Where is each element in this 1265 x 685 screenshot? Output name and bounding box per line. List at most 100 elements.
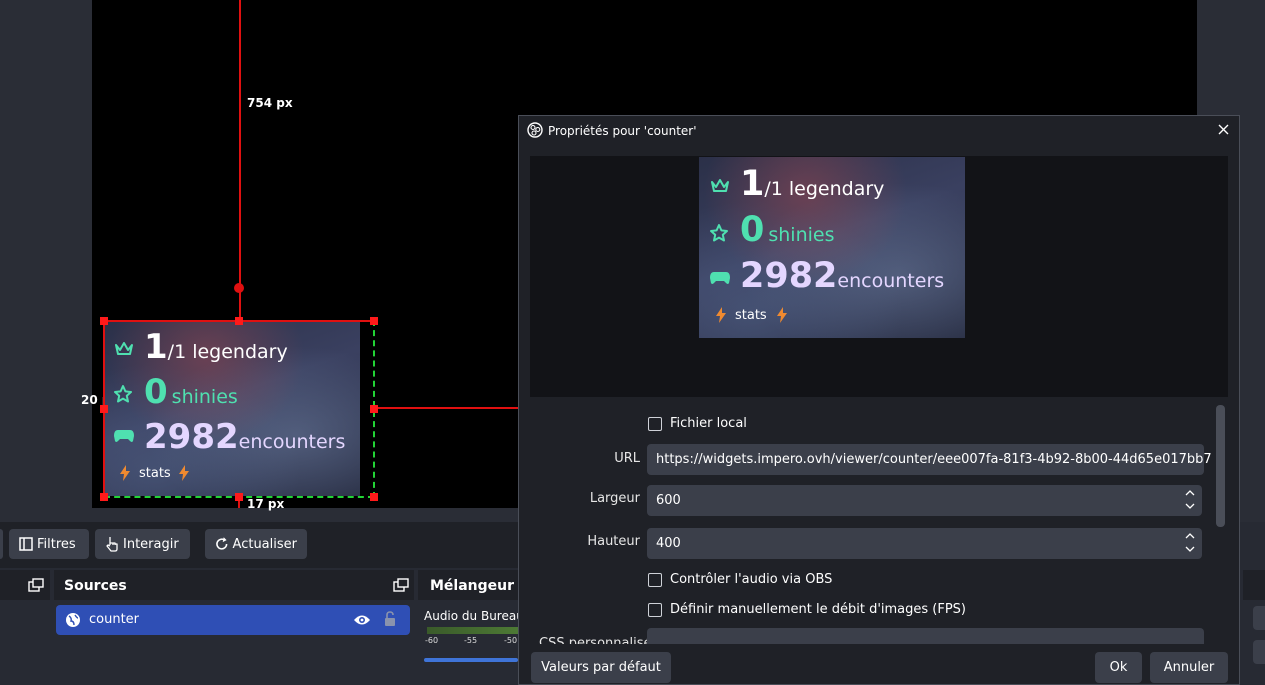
resize-handle[interactable] — [235, 493, 243, 501]
encounters-count: 2982 — [740, 256, 838, 296]
resize-handle[interactable] — [370, 317, 378, 325]
star-icon — [114, 385, 132, 403]
encounters-row: 2982 encounters — [144, 417, 345, 457]
toolbar-left-stub[interactable] — [0, 529, 3, 559]
defaults-button[interactable]: Valeurs par défaut — [531, 652, 671, 683]
refresh-label: Actualiser — [232, 536, 297, 552]
height-spinbox[interactable]: 400 — [647, 528, 1202, 559]
audio-obs-checkbox[interactable] — [648, 573, 662, 587]
obs-logo-icon — [527, 122, 543, 138]
width-spinbox[interactable]: 600 — [647, 485, 1202, 516]
spin-up-icon[interactable] — [1185, 489, 1195, 496]
audio-meter — [427, 627, 518, 634]
lock-icon[interactable] — [383, 611, 397, 627]
encounters-label: encounters — [238, 431, 346, 453]
audio-obs-label: Contrôler l'audio via OBS — [670, 572, 833, 587]
legendary-row: 1 /1 legendary — [740, 164, 884, 204]
dialog-scrollbar[interactable] — [1216, 405, 1225, 527]
shinies-count: 0 — [740, 210, 765, 250]
shinies-label: shinies — [171, 386, 238, 408]
url-value: https://widgets.impero.ovh/viewer/counte… — [656, 452, 1212, 467]
resize-handle[interactable] — [100, 405, 108, 413]
meter-tick: -60 — [425, 636, 439, 645]
counter-source-widget[interactable]: 1 /1 legendary 0 shinies 2982 encounters… — [104, 321, 360, 496]
encounters-count: 2982 — [144, 417, 239, 457]
close-icon[interactable] — [1218, 124, 1229, 135]
right-dock-control[interactable] — [1253, 640, 1265, 664]
bottom-guide-label: 17 px — [247, 497, 285, 511]
refresh-button[interactable]: Actualiser — [205, 529, 307, 559]
css-label: CSS personnalisé — [539, 636, 652, 644]
meter-tick: -55 — [464, 636, 478, 645]
resize-handle[interactable] — [100, 493, 108, 501]
dialog-title: Propriétés pour 'counter' — [548, 124, 697, 138]
spin-down-icon[interactable] — [1185, 546, 1195, 553]
defaults-label: Valeurs par défaut — [541, 660, 661, 675]
top-guide-label: 754 px — [247, 96, 293, 110]
legendary-row: 1 /1 legendary — [144, 327, 288, 367]
ok-button[interactable]: Ok — [1095, 652, 1142, 683]
meter-tick: -50 — [504, 636, 518, 645]
cancel-button[interactable]: Annuler — [1150, 652, 1228, 683]
bolt-icon — [179, 465, 189, 481]
shinies-row: 0 shinies — [740, 210, 835, 250]
undock-icon[interactable] — [28, 578, 44, 592]
undock-icon[interactable] — [393, 578, 409, 592]
fps-manual-checkbox[interactable] — [648, 603, 662, 617]
local-file-label: Fichier local — [670, 416, 747, 431]
filters-button[interactable]: Filtres — [9, 529, 89, 559]
legendary-label: /1 legendary — [167, 341, 288, 363]
resize-handle[interactable] — [370, 493, 378, 501]
shinies-label: shinies — [768, 224, 835, 246]
height-value: 400 — [656, 536, 681, 551]
spin-up-icon[interactable] — [1185, 532, 1195, 539]
refresh-icon — [216, 537, 228, 550]
url-input[interactable]: https://widgets.impero.ovh/viewer/counte… — [647, 444, 1212, 475]
top-guide-line — [239, 0, 241, 322]
sources-title: Sources — [64, 578, 127, 594]
legendary-label: /1 legendary — [764, 178, 885, 200]
star-icon — [710, 224, 728, 242]
css-row-clip: CSS personnalisé — [530, 628, 1210, 644]
top-guide-dot — [234, 283, 244, 293]
local-file-checkbox[interactable] — [648, 417, 662, 431]
resize-handle[interactable] — [100, 317, 108, 325]
crown-icon — [115, 342, 133, 355]
filters-label: Filtres — [37, 536, 76, 552]
cancel-label: Annuler — [1163, 660, 1215, 675]
shinies-count: 0 — [144, 372, 168, 412]
stats-label: stats — [139, 466, 171, 481]
spin-down-icon[interactable] — [1185, 503, 1195, 510]
ok-label: Ok — [1109, 660, 1128, 675]
shinies-row: 0 shinies — [144, 372, 238, 412]
width-label: Largeur — [589, 491, 640, 506]
volume-slider[interactable] — [424, 658, 518, 662]
interact-label: Interagir — [123, 536, 179, 552]
bolt-icon — [716, 307, 726, 323]
css-textarea[interactable] — [647, 628, 1204, 644]
legendary-count: 1 — [144, 327, 168, 367]
encounters-label: encounters — [837, 270, 945, 292]
width-value: 600 — [656, 493, 681, 508]
url-label: URL — [614, 451, 640, 466]
hand-pointer-icon — [106, 537, 118, 552]
height-label: Hauteur — [587, 534, 640, 549]
legendary-count: 1 — [740, 164, 765, 204]
resize-handle[interactable] — [235, 317, 243, 325]
stats-label: stats — [735, 308, 767, 323]
filter-icon — [19, 537, 33, 551]
right-dock-control[interactable] — [1253, 606, 1265, 630]
gamepad-icon — [710, 272, 730, 284]
fps-manual-label: Définir manuellement le débit d'images (… — [670, 602, 967, 617]
interact-button[interactable]: Interagir — [95, 529, 190, 559]
gamepad-icon — [114, 430, 134, 442]
bolt-icon — [777, 307, 787, 323]
bolt-icon — [120, 465, 130, 481]
right-guide-line — [374, 407, 519, 409]
resize-handle[interactable] — [370, 405, 378, 413]
eye-icon[interactable] — [353, 613, 371, 627]
globe-icon — [66, 613, 80, 627]
crown-icon — [711, 179, 729, 192]
scenes-dock-body — [0, 600, 50, 685]
encounters-row: 2982 encounters — [740, 256, 944, 296]
